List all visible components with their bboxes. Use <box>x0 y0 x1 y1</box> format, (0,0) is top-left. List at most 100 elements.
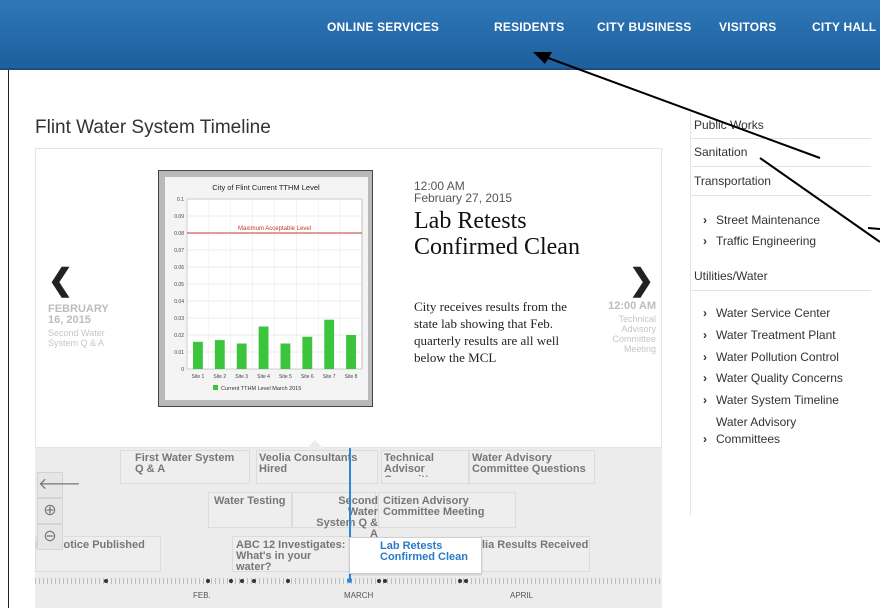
y-tick-label: 0.1 <box>177 197 184 203</box>
page-title: Flint Water System Timeline <box>35 117 271 138</box>
sidebar-street-maintenance[interactable]: Street Maintenance <box>703 213 820 227</box>
x-tick-label: Site 3 <box>235 374 248 380</box>
sidebar-traffic-engineering[interactable]: Traffic Engineering <box>703 234 816 248</box>
next-time[interactable]: 12:00 AM <box>594 301 656 312</box>
main-nav: ONLINE SERVICES RESIDENTS CITY BUSINESS … <box>0 20 880 40</box>
bar-site-6 <box>302 336 313 369</box>
bar-site-5 <box>280 343 291 369</box>
back-arrow-icon[interactable]: 🡐 <box>37 472 81 498</box>
timeline-dot[interactable] <box>104 579 108 583</box>
x-tick-label: Site 2 <box>213 374 226 380</box>
chevron-left-icon[interactable]: ❮ <box>48 263 73 298</box>
month-feb: FEB. <box>193 591 211 600</box>
timeline-dot[interactable] <box>240 579 244 583</box>
event-abc12[interactable]: ABC 12 Investigates: What's in your wate… <box>236 540 348 573</box>
y-tick-label: 0.03 <box>174 316 184 322</box>
y-tick-label: 0.01 <box>174 350 184 356</box>
sidebar-water-pollution-control[interactable]: Water Pollution Control <box>703 350 839 364</box>
y-tick-label: 0.06 <box>174 265 184 271</box>
top-navigation-bar: ONLINE SERVICES RESIDENTS CITY BUSINESS … <box>0 0 880 70</box>
nav-city-hall[interactable]: CITY HALL <box>812 20 876 34</box>
tthm-chart-image: City of Flint Current TTHM Level 0 0.01 0.0… <box>158 170 373 407</box>
event-active[interactable]: Lab Retests Confirmed Clean <box>349 537 482 574</box>
chevron-right-icon[interactable]: ❯ <box>629 263 654 298</box>
bar-site-8 <box>346 335 356 369</box>
y-tick-label: 0.09 <box>174 214 184 220</box>
sidebar-water-advisory-committees[interactable]: Committees <box>703 432 780 446</box>
bar-site-7 <box>324 319 335 369</box>
prev-year[interactable]: 16, 2015 <box>48 315 91 326</box>
bar-site-3 <box>236 343 247 369</box>
x-tick-label: Site 7 <box>323 374 336 380</box>
zoom-in-icon[interactable]: ⊕ <box>37 498 63 524</box>
event-citizen-advisory[interactable]: Citizen Advisory Committee Meeting <box>383 496 495 518</box>
nav-residents[interactable]: RESIDENTS <box>494 20 564 34</box>
legend-swatch <box>213 385 218 390</box>
event-results-received[interactable]: lia Results Received <box>482 540 588 551</box>
timeline-dot[interactable] <box>377 579 381 583</box>
sidebar-water-quality-concerns[interactable]: Water Quality Concerns <box>703 371 843 385</box>
x-tick-label: Site 5 <box>279 374 292 380</box>
timeline-dot[interactable] <box>464 579 468 583</box>
event-active-label: Lab Retests Confirmed Clean <box>380 540 469 563</box>
event-technical-advisory[interactable]: Technical Advisor Committee Meetin <box>384 453 470 477</box>
bar-site-4 <box>258 326 269 369</box>
event-water-advisory-questions[interactable]: Water Advisory Committee Questions <box>472 453 592 475</box>
slide-body: City receives results from the state lab… <box>414 299 568 365</box>
y-tick-label: 0.04 <box>174 299 184 305</box>
tthm-bar-chart: City of Flint Current TTHM Level 0 0.01 0.0… <box>174 183 363 392</box>
sidebar-nav: Public Works Sanitation Transportation S… <box>690 113 871 515</box>
timeline-dot[interactable] <box>229 579 233 583</box>
chart-panel: City of Flint Current TTHM Level 0 0.01 0.0… <box>165 177 368 400</box>
next-caption[interactable]: Technical Advisory Committee Meeting <box>594 314 656 354</box>
sidebar-water-advisory-line1[interactable]: Water Advisory <box>716 415 796 429</box>
nav-visitors[interactable]: VISITORS <box>719 20 776 34</box>
timeline-dot[interactable] <box>206 579 210 583</box>
y-tick-label: 0.05 <box>174 282 184 288</box>
sidebar-public-works[interactable]: Public Works <box>694 118 764 132</box>
max-acceptable-label: Maximum Acceptable Level <box>238 226 311 232</box>
x-tick-label: Site 8 <box>345 374 358 380</box>
timeline-slide: ❮ FEBRUARY 16, 2015 Second Water System … <box>35 148 662 448</box>
timeline-dot[interactable] <box>252 579 256 583</box>
event-veolia-hired[interactable]: Veolia Consultants Hired <box>259 453 379 475</box>
month-april: APRIL <box>510 591 534 600</box>
sidebar-sanitation[interactable]: Sanitation <box>694 145 747 159</box>
y-tick-label: 0.07 <box>174 248 184 254</box>
event-second-water-qa[interactable]: Second Water System Q & A <box>312 496 378 540</box>
y-tick-label: 0.02 <box>174 333 184 339</box>
page-left-border <box>8 70 9 608</box>
timeline-dot[interactable] <box>286 579 290 583</box>
nav-online-services[interactable]: ONLINE SERVICES <box>327 20 439 34</box>
divider <box>691 138 871 139</box>
sidebar-utilities-water[interactable]: Utilities/Water <box>694 269 768 283</box>
timeline-dot-active[interactable] <box>347 578 352 583</box>
zoom-out-icon[interactable]: ⊖ <box>37 524 63 550</box>
slide-heading: Lab Retests Confirmed Clean <box>414 208 580 260</box>
divider <box>691 290 871 291</box>
sidebar-transportation[interactable]: Transportation <box>694 174 771 188</box>
sidebar-water-service-center[interactable]: Water Service Center <box>703 306 830 320</box>
x-tick-label: Site 4 <box>257 374 270 380</box>
month-march: MARCH <box>344 591 374 600</box>
timeline-dot[interactable] <box>458 579 462 583</box>
timeline-pointer <box>307 440 323 448</box>
divider <box>691 195 871 196</box>
nav-city-business[interactable]: CITY BUSINESS <box>597 20 691 34</box>
bar-site-2 <box>214 340 225 369</box>
sidebar-water-treatment-plant[interactable]: Water Treatment Plant <box>703 328 836 342</box>
x-tick-label: Site 1 <box>192 374 205 380</box>
y-tick-label: 0 <box>181 367 184 373</box>
chart-title: City of Flint Current TTHM Level <box>212 183 320 192</box>
y-tick-label: 0.08 <box>174 231 184 237</box>
divider <box>691 166 871 167</box>
timeline-dot[interactable] <box>383 579 387 583</box>
event-first-water-qa[interactable]: First Water System Q & A <box>135 453 245 475</box>
sidebar-water-system-timeline[interactable]: Water System Timeline <box>703 393 839 407</box>
prev-caption[interactable]: Second Water System Q & A <box>48 328 105 348</box>
legend-label: Current TTHM Level March 2015 <box>221 386 301 392</box>
x-tick-label: Site 6 <box>301 374 314 380</box>
bar-site-1 <box>193 341 203 369</box>
event-water-testing[interactable]: Water Testing <box>214 496 286 507</box>
slide-date: February 27, 2015 <box>414 191 513 205</box>
